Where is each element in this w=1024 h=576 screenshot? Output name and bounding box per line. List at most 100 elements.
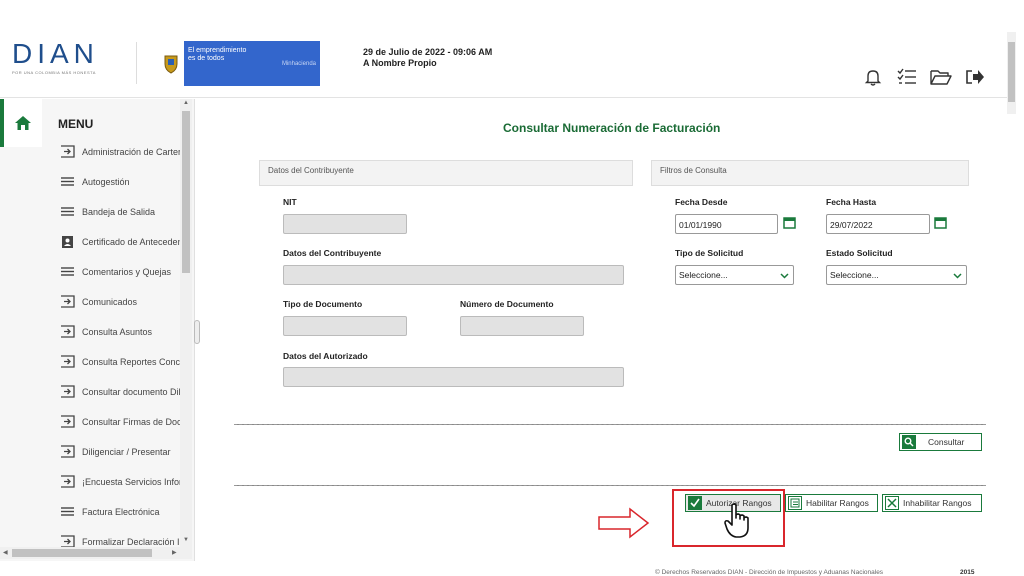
sidebar-item[interactable]: Comentarios y Quejas bbox=[0, 257, 180, 287]
sidebar-item[interactable]: Factura Electrónica bbox=[0, 497, 180, 527]
arrow-box-icon bbox=[60, 385, 75, 398]
x-icon bbox=[885, 496, 899, 510]
coat-of-arms-icon bbox=[158, 41, 184, 86]
logout-icon[interactable] bbox=[964, 66, 986, 88]
divider bbox=[234, 485, 986, 486]
inhabilitar-rangos-button[interactable]: Inhabilitar Rangos bbox=[882, 494, 982, 512]
calendar-icon[interactable] bbox=[783, 216, 796, 229]
footer-copyright: © Derechos Reservados DIAN - Dirección d… bbox=[655, 569, 884, 576]
consultar-label: Consultar bbox=[928, 437, 965, 447]
search-icon bbox=[902, 435, 916, 449]
sidebar-item[interactable]: Consulta Asuntos bbox=[0, 317, 180, 347]
divider bbox=[234, 424, 986, 425]
footer-year: 2015 bbox=[960, 569, 975, 576]
sidebar-item-label: Formalizar Declaración I bbox=[82, 537, 180, 547]
chevron-down-icon bbox=[780, 273, 789, 279]
list-check-icon bbox=[788, 496, 802, 510]
gov-badge: El emprendimiento es de todos Minhaciend… bbox=[158, 41, 320, 86]
arrow-box-icon bbox=[60, 325, 75, 338]
datos-autorizado-field bbox=[283, 367, 624, 387]
estado-solicitud-select[interactable]: Seleccione... bbox=[826, 265, 967, 285]
scroll-right-icon[interactable]: ▶ bbox=[172, 549, 177, 556]
tipo-solicitud-select[interactable]: Seleccione... bbox=[675, 265, 794, 285]
hamburger-icon bbox=[60, 505, 75, 518]
habilitar-rangos-button[interactable]: Habilitar Rangos bbox=[785, 494, 878, 512]
folder-open-icon[interactable] bbox=[930, 66, 952, 88]
gov-ministry: Minhacienda bbox=[281, 60, 316, 67]
estado-solicitud-value: Seleccione... bbox=[830, 270, 879, 280]
consultar-button[interactable]: Consultar bbox=[899, 433, 982, 451]
hamburger-icon bbox=[60, 175, 75, 188]
sidebar: MENU Administración de Carter Autogestión… bbox=[0, 99, 195, 561]
arrow-box-icon bbox=[60, 415, 75, 428]
checklist-icon[interactable] bbox=[896, 66, 918, 88]
gov-slogan-line2: es de todos bbox=[188, 55, 225, 62]
sidebar-item[interactable]: Bandeja de Salida bbox=[0, 197, 180, 227]
logo-divider bbox=[136, 42, 137, 84]
sidebar-item-label: Factura Electrónica bbox=[82, 507, 160, 517]
sidebar-item-label: Administración de Carter bbox=[82, 147, 180, 157]
sidebar-item-label: Consulta Reportes Conc bbox=[82, 357, 180, 367]
current-date: 29 de Julio de 2022 - 09:06 AM bbox=[363, 47, 493, 57]
tipo-solicitud-value: Seleccione... bbox=[679, 270, 728, 280]
user-role: A Nombre Propio bbox=[363, 58, 437, 68]
fecha-hasta-input[interactable]: 29/07/2022 bbox=[826, 214, 930, 234]
sidebar-item-label: Comentarios y Quejas bbox=[82, 267, 172, 277]
nit-label: NIT bbox=[283, 197, 297, 207]
inhabilitar-rangos-label: Inhabilitar Rangos bbox=[903, 498, 972, 508]
chevron-down-icon bbox=[953, 273, 962, 279]
hamburger-icon bbox=[60, 205, 75, 218]
fecha-desde-input[interactable]: 01/01/1990 bbox=[675, 214, 778, 234]
scroll-left-icon[interactable]: ◀ bbox=[3, 549, 8, 556]
fecha-desde-label: Fecha Desde bbox=[675, 197, 728, 207]
pointer-arrow-icon bbox=[598, 507, 650, 539]
sidebar-item[interactable]: Consultar Firmas de Doc bbox=[0, 407, 180, 437]
hand-cursor-icon bbox=[724, 503, 749, 538]
sidebar-item-label: Consulta Asuntos bbox=[82, 327, 153, 337]
menu-title: MENU bbox=[58, 117, 94, 131]
datos-contribuyente-label: Datos del Contribuyente bbox=[283, 248, 382, 258]
scroll-up-icon[interactable]: ▲ bbox=[183, 100, 189, 106]
gov-slogan-line1: El emprendimiento bbox=[188, 47, 247, 54]
arrow-box-icon bbox=[60, 475, 75, 488]
hamburger-icon bbox=[60, 265, 75, 278]
sidebar-item[interactable]: Diligenciar / Presentar bbox=[0, 437, 180, 467]
datos-autorizado-label: Datos del Autorizado bbox=[283, 351, 368, 361]
sidebar-item[interactable]: Comunicados bbox=[0, 287, 180, 317]
sidebar-item[interactable]: ¡Encuesta Servicios Infor bbox=[0, 467, 180, 497]
session-info: 29 de Julio de 2022 - 09:06 AM A Nombre … bbox=[363, 47, 492, 69]
sidebar-item[interactable]: Consulta Reportes Conc bbox=[0, 347, 180, 377]
logo-tagline: POR UNA COLOMBIA MÁS HONESTA bbox=[12, 70, 96, 75]
sidebar-item-label: Bandeja de Salida bbox=[82, 207, 156, 217]
app-header: DIAN POR UNA COLOMBIA MÁS HONESTA El emp… bbox=[0, 16, 1016, 114]
sidebar-item-label: Consultar Firmas de Doc bbox=[82, 417, 180, 427]
fecha-hasta-label: Fecha Hasta bbox=[826, 197, 877, 207]
tipo-documento-field bbox=[283, 316, 407, 336]
tipo-solicitud-label: Tipo de Solicitud bbox=[675, 248, 744, 258]
sidebar-item[interactable]: Certificado de Anteceden bbox=[0, 227, 180, 257]
sidebar-item-label: Comunicados bbox=[82, 297, 138, 307]
bell-icon[interactable] bbox=[862, 66, 884, 88]
page-title: Consultar Numeración de Facturación bbox=[503, 121, 721, 135]
arrow-box-icon bbox=[60, 355, 75, 368]
section-contribuyente: Datos del Contribuyente bbox=[259, 160, 633, 186]
habilitar-rangos-label: Habilitar Rangos bbox=[806, 498, 869, 508]
sidebar-item-label: ¡Encuesta Servicios Infor bbox=[82, 477, 180, 487]
logo-text: DIAN bbox=[12, 38, 99, 69]
tipo-documento-label: Tipo de Documento bbox=[283, 299, 363, 309]
dian-logo[interactable]: DIAN POR UNA COLOMBIA MÁS HONESTA bbox=[12, 40, 122, 80]
sidebar-vertical-scrollbar[interactable]: ▲ ▼ bbox=[180, 99, 192, 549]
datos-contribuyente-field bbox=[283, 265, 624, 285]
arrow-box-icon bbox=[60, 445, 75, 458]
section-filtros: Filtros de Consulta bbox=[651, 160, 969, 186]
numero-documento-label: Número de Documento bbox=[460, 299, 554, 309]
sidebar-item[interactable]: Administración de Carter bbox=[0, 137, 180, 167]
sidebar-horizontal-scrollbar[interactable]: ◀ ▶ bbox=[0, 547, 192, 559]
sidebar-item[interactable]: Consultar documento Dil bbox=[0, 377, 180, 407]
sidebar-item-label: Consultar documento Dil bbox=[82, 387, 180, 397]
sidebar-item[interactable]: Autogestión bbox=[0, 167, 180, 197]
home-icon bbox=[15, 116, 31, 130]
scroll-down-icon[interactable]: ▼ bbox=[183, 537, 189, 543]
calendar-icon[interactable] bbox=[934, 216, 947, 229]
arrow-box-icon bbox=[60, 145, 75, 158]
